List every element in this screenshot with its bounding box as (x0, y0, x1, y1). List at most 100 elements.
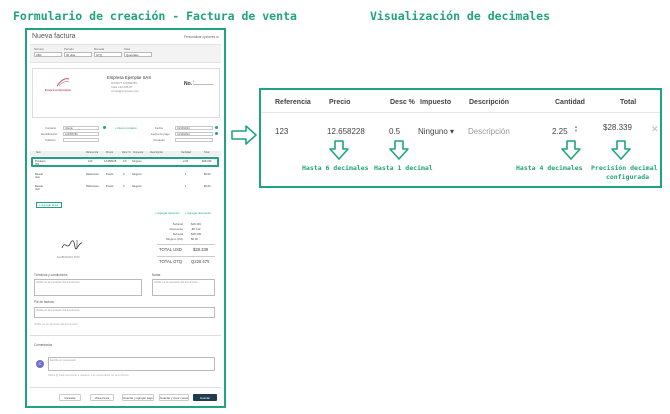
column-header-description: Descripción (469, 99, 510, 106)
field-value[interactable]: 30 días (64, 52, 92, 57)
invoice-header: Empresa Ejemplar Empresa Ejemplar SAS NI… (32, 68, 220, 118)
arrow-down-icon (561, 140, 581, 160)
save-button[interactable]: Guardar (193, 394, 217, 401)
reference-cell[interactable]: Referencia (86, 185, 99, 188)
save-add-payment-button[interactable]: Guardar y agregar pago (122, 394, 154, 401)
field-value[interactable]: Quetzales (124, 52, 152, 57)
due-date-label: Fecha de pago (151, 132, 170, 136)
header-divider (261, 112, 660, 113)
item-cell[interactable]: Buscar ítem (35, 173, 43, 179)
add-discount-link[interactable]: + Agregar descuento (185, 211, 211, 215)
preview-button[interactable]: Vista previa (90, 394, 114, 401)
item-cell[interactable]: Buscar ítem (35, 185, 43, 191)
due-date-input[interactable]: 01/10/2024 (175, 132, 213, 136)
total-value: $0.00 (191, 237, 198, 241)
arrow-right-icon (231, 125, 257, 145)
save-create-new-button[interactable]: Guardar y crear nueva (159, 394, 189, 401)
signature-caption: ELABORADO POR (57, 256, 80, 259)
total-label: Descuento (169, 227, 183, 231)
tax-select[interactable]: Ninguno ▾ (418, 127, 454, 136)
quantity-annotation: Hasta 4 decimales (516, 164, 583, 172)
field-value[interactable]: GTQ (94, 52, 122, 57)
field-label: Período (64, 47, 74, 51)
arrow-down-icon (329, 140, 349, 160)
cancel-button[interactable]: Cancelar (59, 394, 81, 401)
column-header-discount: Desc % (390, 99, 415, 106)
invoice-number-field[interactable]: 1 (193, 79, 213, 85)
seller-label: Vendedor (153, 138, 165, 142)
discount-cell[interactable]: 0 (123, 185, 124, 188)
notes-textarea[interactable]: Visible en la impresión del documento (152, 279, 215, 296)
total-value: $28.339 (191, 232, 202, 236)
phone-input[interactable] (63, 138, 99, 142)
company-name: Empresa Ejemplar SAS (107, 75, 151, 80)
remove-row-icon[interactable]: ✕ (651, 124, 659, 135)
client-input[interactable]: Cliente (63, 126, 99, 130)
company-line: correo@empresa.com (111, 89, 139, 93)
comment-hint: Utiliza @ para mencionar a usuarios. Los… (48, 374, 130, 377)
comment-input[interactable]: Escribe un comentario (48, 357, 215, 371)
total-cell: $0.00 (204, 185, 211, 188)
discount-annotation: Hasta 1 decimal (374, 164, 433, 172)
divider (157, 256, 215, 257)
discount-input[interactable]: 0.5 (389, 127, 400, 136)
field-label: Número (34, 47, 44, 51)
column-header-reference: Referencia (275, 99, 311, 106)
column-header: Ítem (36, 151, 41, 154)
seller-input[interactable] (175, 138, 213, 142)
description-input[interactable]: Descripción (468, 127, 510, 136)
price-annotation: Hasta 6 decimales (302, 164, 369, 172)
total-annotation-line2: configurada (605, 173, 650, 181)
items-table-header: Ítem Referencia Precio Desc % Impuesto D… (30, 151, 221, 156)
column-header-quantity: Cantidad (555, 99, 585, 106)
row-highlight (31, 157, 219, 167)
footer-hint: Visible en la impresión del documento (34, 323, 78, 326)
invoice-number-label: No. (184, 81, 193, 87)
decimal-zoom-panel: Referencia Precio Desc % Impuesto Descri… (259, 88, 662, 188)
quantity-stepper[interactable]: ▲ ▼ (574, 125, 578, 133)
total-cell: $0.00 (204, 173, 211, 176)
id-input[interactable]: 123456789 (63, 132, 99, 136)
price-input[interactable]: 12.658228 (327, 127, 365, 136)
column-header-price: Precio (329, 99, 351, 106)
preferences-link[interactable]: Personalizar opciones ⚙ (184, 35, 219, 39)
comments-label: Comentarios (34, 343, 53, 347)
discount-cell[interactable]: 0 (123, 173, 124, 176)
number-field[interactable]: Número ABC (34, 47, 62, 57)
footer-textarea[interactable]: Visible en la impresión del documento (34, 307, 215, 318)
invoice-settings-bar: Número ABC Período 30 días Moneda GTQ Ta… (30, 44, 221, 63)
total-value: $28.481 (191, 222, 202, 226)
quantity-cell[interactable]: 1 (185, 185, 186, 188)
price-cell[interactable]: Precio (106, 185, 113, 188)
add-line-button[interactable]: + Agregar línea (36, 202, 62, 208)
price-cell[interactable]: Precio (106, 173, 113, 176)
notes-label: Notas (152, 273, 161, 277)
tax-cell[interactable]: Ninguno (132, 185, 142, 188)
check-icon (215, 126, 218, 129)
add-retention-link[interactable]: + Agregar retención (155, 211, 180, 215)
reference-cell[interactable]: 123 (275, 127, 288, 136)
tax-cell[interactable]: Ninguno (132, 173, 142, 176)
rate-field[interactable]: Tasa Quetzales (124, 47, 152, 57)
quantity-cell[interactable]: 1 (185, 173, 186, 176)
divider (30, 335, 221, 336)
total-label: Ninguno (0%) (165, 237, 183, 241)
invoice-form-thumbnail: Nueva factura Personalizar opciones ⚙ Nú… (25, 28, 226, 408)
date-input[interactable]: 01/10/2024 (175, 126, 213, 130)
new-contact-link[interactable]: + Nuevo contacto (115, 126, 137, 130)
total-cell: $28.339 (603, 123, 632, 132)
divider (30, 387, 221, 388)
terms-label: Términos y condiciones (34, 273, 68, 277)
date-label: Fecha (155, 126, 163, 130)
quantity-input[interactable]: 2.25 (552, 127, 568, 136)
company-logo-text: Empresa Ejemplar (45, 88, 72, 92)
currency-field[interactable]: Moneda GTQ (94, 47, 122, 57)
column-header-tax: Impuesto (420, 99, 452, 106)
arrow-down-icon (611, 140, 631, 160)
reference-cell[interactable]: Referencia (86, 173, 99, 176)
column-header: Precio (106, 151, 114, 154)
field-value[interactable]: ABC (34, 52, 62, 57)
client-label: Contacto (45, 126, 57, 130)
terms-textarea[interactable]: Visible en la impresión del documento (34, 279, 142, 296)
period-field[interactable]: Período 30 días (64, 47, 92, 57)
